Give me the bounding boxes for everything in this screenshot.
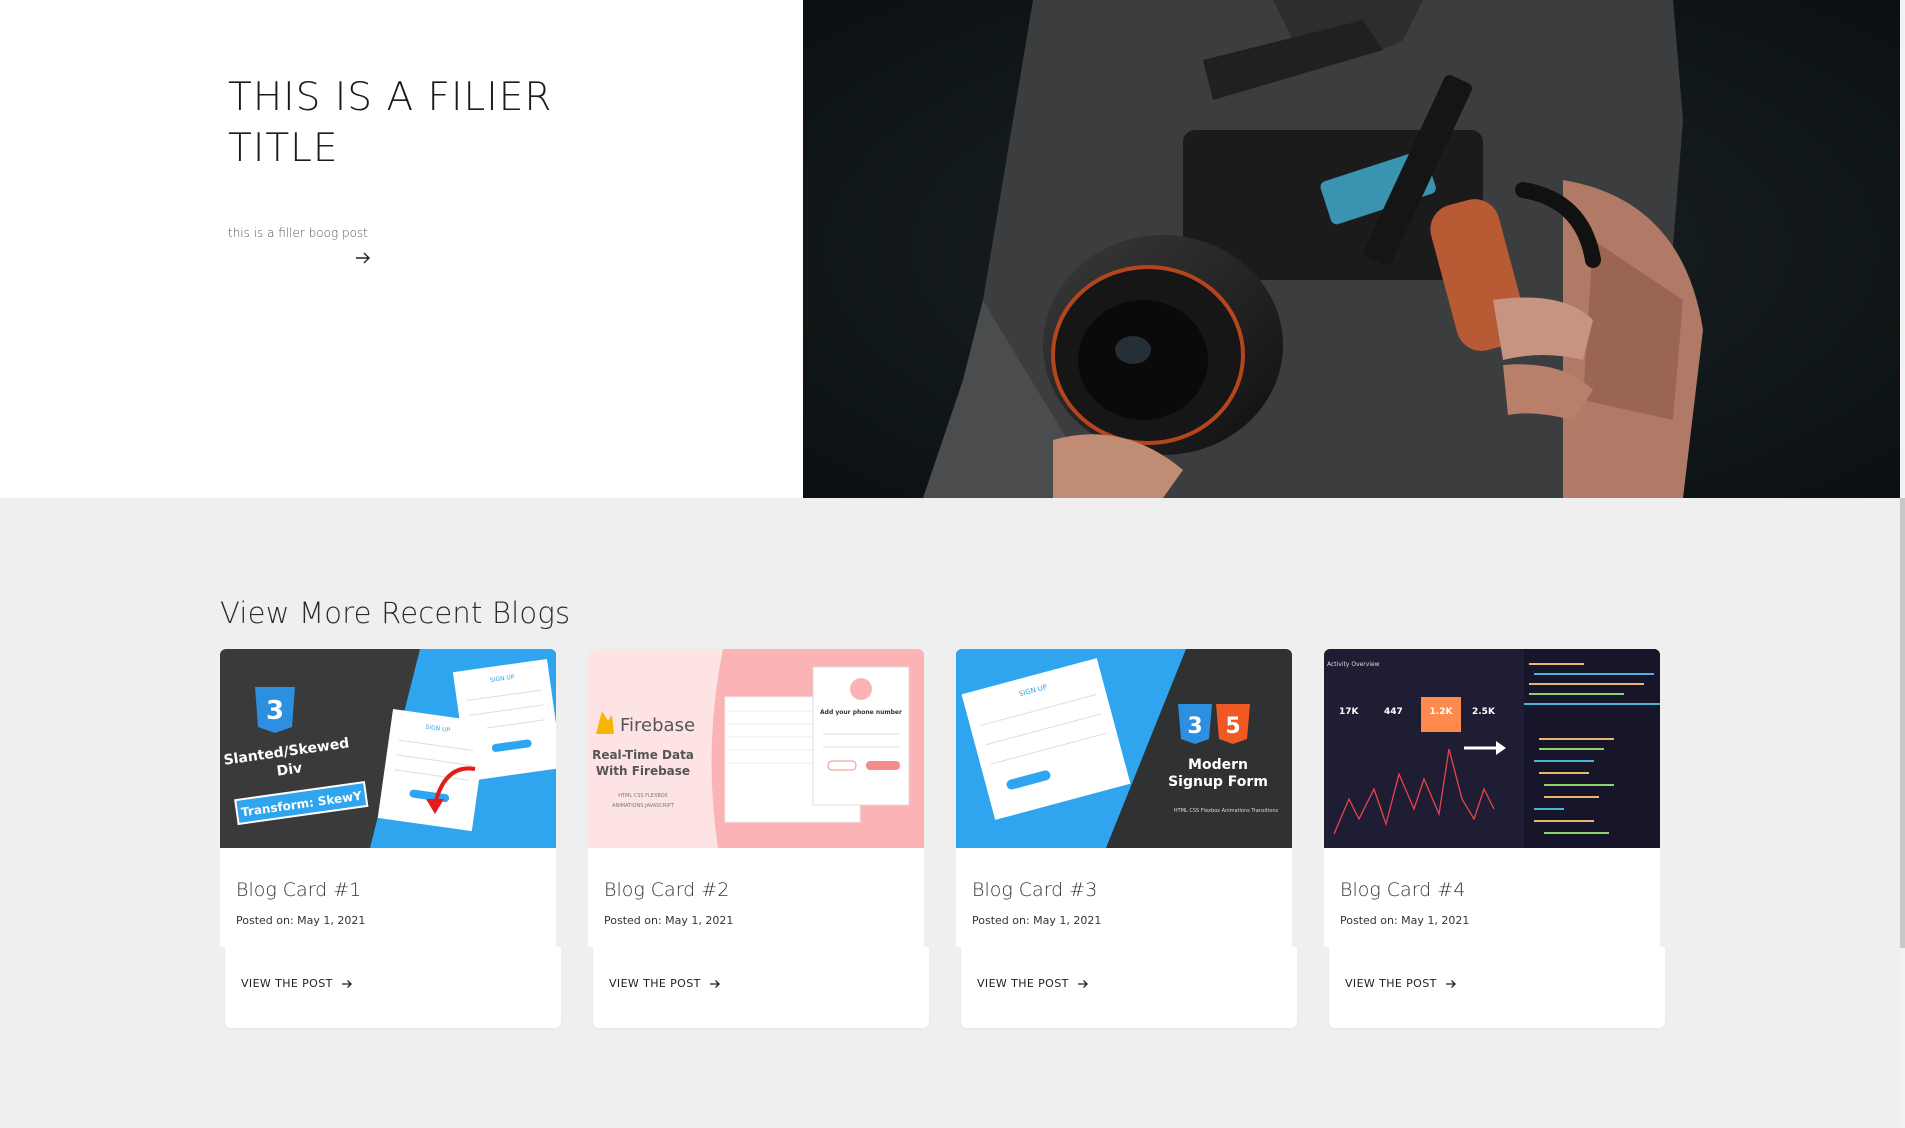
card-body: 3 Slanted/Skewed Div Transform: SkewY SI… xyxy=(220,649,556,947)
svg-text:17K: 17K xyxy=(1339,707,1360,717)
blog-card-3: SIGN UP 3 5 Modern Signup Form HTML CSS … xyxy=(956,649,1297,1029)
svg-text:HTML CSS FLEXBOX: HTML CSS FLEXBOX xyxy=(618,793,668,799)
scrollbar-thumb[interactable] xyxy=(1900,498,1905,948)
card-footer: VIEW THE POST xyxy=(593,947,929,1028)
arrow-right-icon xyxy=(1077,979,1088,988)
card-thumbnail[interactable]: SIGN UP 3 5 Modern Signup Form HTML CSS … xyxy=(956,649,1292,848)
card-title[interactable]: Blog Card #2 xyxy=(604,879,729,901)
svg-text:5: 5 xyxy=(1225,714,1240,739)
arrow-right-icon[interactable] xyxy=(353,248,373,268)
hero-text: THIS IS A FILIER TITLE this is a filler … xyxy=(228,72,628,264)
svg-text:3: 3 xyxy=(266,696,284,726)
hero-image xyxy=(803,0,1900,498)
svg-text:447: 447 xyxy=(1384,707,1403,717)
blog-card-2: Firebase Real-Time Data With Firebase HT… xyxy=(588,649,929,1029)
card-title[interactable]: Blog Card #3 xyxy=(972,879,1097,901)
card-date: Posted on: May 1, 2021 xyxy=(1340,914,1470,927)
svg-text:Modern: Modern xyxy=(1188,757,1248,773)
view-post-label: VIEW THE POST xyxy=(977,977,1069,990)
arrow-right-icon xyxy=(1445,979,1456,988)
view-post-link[interactable]: VIEW THE POST xyxy=(609,977,721,990)
blog-card-4: Activity Overview 17K 447 1.2K 2.5K Blog… xyxy=(1324,649,1665,1029)
card-date: Posted on: May 1, 2021 xyxy=(604,914,734,927)
card-body: Activity Overview 17K 447 1.2K 2.5K Blog… xyxy=(1324,649,1660,947)
view-post-link[interactable]: VIEW THE POST xyxy=(1345,977,1457,990)
svg-text:2.5K: 2.5K xyxy=(1472,707,1496,717)
arrow-right-icon xyxy=(709,979,720,988)
blog-card-1: 3 Slanted/Skewed Div Transform: SkewY SI… xyxy=(220,649,561,1029)
card-footer: VIEW THE POST xyxy=(961,947,1297,1028)
card-thumbnail[interactable]: Activity Overview 17K 447 1.2K 2.5K xyxy=(1324,649,1660,848)
card-title[interactable]: Blog Card #4 xyxy=(1340,879,1465,901)
view-post-label: VIEW THE POST xyxy=(609,977,701,990)
svg-text:1.2K: 1.2K xyxy=(1430,707,1454,717)
hero-section: THIS IS A FILIER TITLE this is a filler … xyxy=(0,0,1900,498)
view-post-link[interactable]: VIEW THE POST xyxy=(241,977,353,990)
svg-text:Real-Time Data: Real-Time Data xyxy=(592,748,694,762)
svg-text:Signup Form: Signup Form xyxy=(1168,774,1268,790)
card-body: Firebase Real-Time Data With Firebase HT… xyxy=(588,649,924,947)
view-post-link[interactable]: VIEW THE POST xyxy=(977,977,1089,990)
view-post-label: VIEW THE POST xyxy=(241,977,333,990)
svg-text:HTML CSS Flexbox Animati: HTML CSS Flexbox Animations Transitions xyxy=(1174,808,1279,814)
svg-text:Firebase: Firebase xyxy=(620,715,695,736)
card-date: Posted on: May 1, 2021 xyxy=(236,914,366,927)
card-footer: VIEW THE POST xyxy=(225,947,561,1028)
card-thumbnail[interactable]: 3 Slanted/Skewed Div Transform: SkewY SI… xyxy=(220,649,556,848)
svg-text:With Firebase: With Firebase xyxy=(596,764,690,778)
card-title[interactable]: Blog Card #1 xyxy=(236,879,361,901)
card-body: SIGN UP 3 5 Modern Signup Form HTML CSS … xyxy=(956,649,1292,947)
svg-text:Activity Overview: Activity Overview xyxy=(1327,661,1380,668)
section-title: View More Recent Blogs xyxy=(220,596,571,630)
card-date: Posted on: May 1, 2021 xyxy=(972,914,1102,927)
svg-text:Add your phone number: Add your phone number xyxy=(820,709,902,716)
view-post-label: VIEW THE POST xyxy=(1345,977,1437,990)
svg-text:ANIMATIONS JAVASCRIPT: ANIMATIONS JAVASCRIPT xyxy=(612,803,675,809)
hero-subtitle: this is a filler boog post xyxy=(228,226,368,240)
card-thumbnail[interactable]: Firebase Real-Time Data With Firebase HT… xyxy=(588,649,924,848)
arrow-right-icon xyxy=(341,979,352,988)
svg-text:3: 3 xyxy=(1187,714,1202,739)
card-footer: VIEW THE POST xyxy=(1329,947,1665,1028)
hero-title: THIS IS A FILIER TITLE xyxy=(228,75,553,171)
